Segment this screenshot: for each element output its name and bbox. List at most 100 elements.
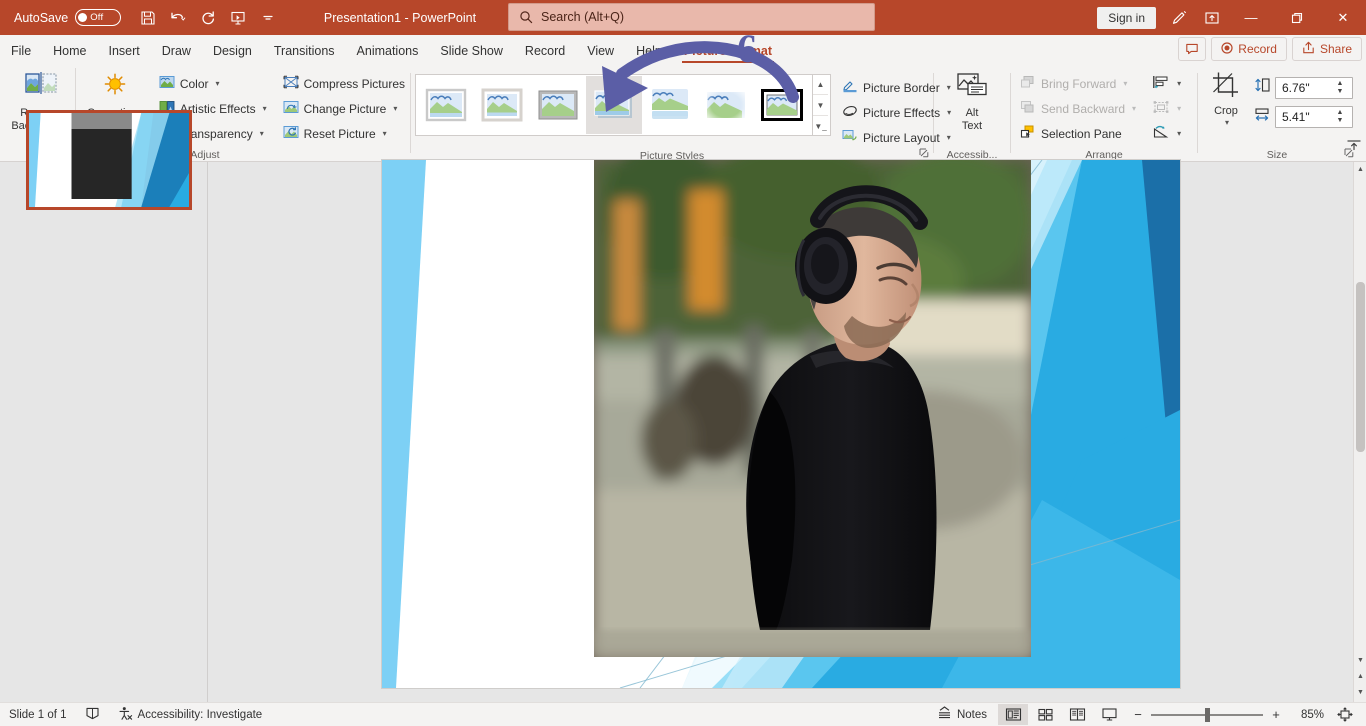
- chevron-down-icon[interactable]: ▾: [1123, 79, 1127, 88]
- tab-record[interactable]: Record: [514, 37, 576, 64]
- chevron-down-icon[interactable]: ▾: [263, 104, 267, 113]
- normal-view-button[interactable]: [998, 704, 1028, 725]
- reading-view-button[interactable]: [1062, 704, 1092, 725]
- notes-button[interactable]: Notes: [928, 704, 996, 726]
- shape-width-field[interactable]: ▲ ▼: [1254, 104, 1353, 129]
- tab-file[interactable]: File: [0, 37, 42, 64]
- picture-style-item-4[interactable]: [586, 76, 642, 134]
- chevron-down-icon[interactable]: ▾: [1132, 104, 1136, 113]
- close-button[interactable]: ✕: [1320, 0, 1366, 35]
- redo-icon[interactable]: [193, 4, 222, 31]
- slide-canvas[interactable]: [381, 160, 1180, 688]
- chevron-down-icon[interactable]: ▾: [393, 104, 397, 113]
- search-input[interactable]: [541, 10, 841, 24]
- record-button[interactable]: Record: [1211, 37, 1287, 61]
- gallery-scroll-up-button[interactable]: ▲: [813, 74, 828, 95]
- scroll-down-icon[interactable]: ▼: [1354, 653, 1366, 668]
- share-button[interactable]: Share: [1291, 37, 1362, 61]
- zoom-in-button[interactable]: +: [1270, 707, 1282, 722]
- pen-ink-icon[interactable]: [1162, 0, 1195, 35]
- bring-forward-button[interactable]: Bring Forward ▾: [1015, 72, 1141, 95]
- zoom-slider[interactable]: − +: [1132, 707, 1282, 722]
- chevron-down-icon[interactable]: ▾: [383, 129, 387, 138]
- picture-style-item-2[interactable]: [474, 76, 530, 134]
- color-button[interactable]: Color ▾: [154, 72, 272, 95]
- shape-width-spinner[interactable]: ▲ ▼: [1275, 105, 1353, 128]
- zoom-level-label[interactable]: 85%: [1290, 709, 1324, 721]
- tab-home[interactable]: Home: [42, 37, 97, 64]
- previous-slide-icon[interactable]: ▲: [1354, 669, 1366, 684]
- search-box[interactable]: [508, 3, 875, 31]
- save-icon[interactable]: [133, 4, 162, 31]
- minimize-button[interactable]: —: [1228, 0, 1274, 35]
- gallery-scroll-down-button[interactable]: ▼: [813, 95, 828, 116]
- chevron-down-icon[interactable]: ▾: [1225, 118, 1229, 127]
- slide-show-view-button[interactable]: [1094, 704, 1124, 725]
- picture-style-item-6[interactable]: [698, 76, 754, 134]
- canvas-vertical-scrollbar[interactable]: ▲ ▼ ▲ ▼: [1353, 162, 1366, 702]
- tab-design[interactable]: Design: [202, 37, 263, 64]
- fit-slide-to-window-button[interactable]: [1330, 704, 1360, 725]
- spin-down-icon[interactable]: ▼: [1337, 88, 1344, 96]
- shape-height-field[interactable]: ▲ ▼: [1254, 75, 1353, 100]
- spellcheck-button[interactable]: [76, 704, 109, 726]
- compress-pictures-button[interactable]: Compress Pictures: [278, 72, 410, 95]
- sign-in-button[interactable]: Sign in: [1097, 6, 1156, 29]
- restore-button[interactable]: [1274, 0, 1320, 35]
- accessibility-button[interactable]: Accessibility: Investigate: [109, 704, 272, 726]
- change-picture-button[interactable]: Change Picture ▾: [278, 97, 410, 120]
- tab-slide-show[interactable]: Slide Show: [429, 37, 514, 64]
- slide-thumbnail-pane[interactable]: [0, 110, 208, 702]
- chevron-down-icon[interactable]: ▾: [260, 129, 264, 138]
- shape-width-spin-arrows[interactable]: ▲ ▼: [1332, 107, 1348, 127]
- slide-sorter-view-button[interactable]: [1030, 704, 1060, 725]
- autosave-toggle[interactable]: Off: [75, 9, 122, 26]
- group-objects-button[interactable]: ▾: [1147, 97, 1186, 120]
- chevron-down-icon[interactable]: ▾: [1177, 79, 1181, 88]
- picture-style-item-1[interactable]: [418, 76, 474, 134]
- tab-animations[interactable]: Animations: [346, 37, 430, 64]
- chevron-down-icon[interactable]: ▾: [216, 79, 220, 88]
- tab-view[interactable]: View: [576, 37, 625, 64]
- picture-styles-gallery[interactable]: ▲ ▼ ▼_: [415, 74, 831, 136]
- tab-picture-format[interactable]: Picture Format: [673, 37, 783, 64]
- selection-pane-button[interactable]: Selection Pane: [1015, 122, 1141, 145]
- zoom-slider-track[interactable]: [1151, 707, 1263, 722]
- spin-down-icon[interactable]: ▼: [1337, 117, 1344, 125]
- rotate-objects-button[interactable]: ▾: [1147, 122, 1186, 145]
- customize-quick-access-toolbar-icon[interactable]: [253, 4, 282, 31]
- slide-counter[interactable]: Slide 1 of 1: [0, 704, 76, 726]
- shape-width-input[interactable]: [1276, 109, 1332, 124]
- scrollbar-thumb[interactable]: [1356, 282, 1365, 452]
- picture-style-item-5[interactable]: [642, 76, 698, 134]
- ribbon-display-options-icon[interactable]: [1195, 0, 1228, 35]
- next-slide-icon[interactable]: ▼: [1354, 685, 1366, 700]
- collapse-ribbon-icon[interactable]: [1346, 138, 1362, 157]
- man-with-headphones-photo[interactable]: [593, 160, 1031, 657]
- comments-icon[interactable]: [1178, 37, 1207, 61]
- tab-help[interactable]: Help: [625, 37, 673, 64]
- align-objects-button[interactable]: ▾: [1147, 72, 1186, 95]
- zoom-out-button[interactable]: −: [1132, 707, 1144, 722]
- tab-transitions[interactable]: Transitions: [263, 37, 346, 64]
- start-from-beginning-icon[interactable]: [223, 4, 252, 31]
- scroll-up-icon[interactable]: ▲: [1354, 162, 1366, 177]
- shape-height-spin-arrows[interactable]: ▲ ▼: [1332, 78, 1348, 98]
- gallery-more-button[interactable]: ▼_: [813, 116, 828, 136]
- send-backward-button[interactable]: Send Backward ▾: [1015, 97, 1141, 120]
- chevron-down-icon[interactable]: ▾: [1177, 129, 1181, 138]
- reset-picture-button[interactable]: Reset Picture ▾: [278, 122, 410, 145]
- undo-icon[interactable]: [163, 4, 192, 31]
- tab-insert[interactable]: Insert: [98, 37, 151, 64]
- picture-style-item-3[interactable]: [530, 76, 586, 134]
- spin-up-icon[interactable]: ▲: [1337, 80, 1344, 88]
- tab-draw[interactable]: Draw: [151, 37, 202, 64]
- picture-style-item-7[interactable]: [754, 76, 810, 134]
- slide-thumbnail-1[interactable]: [26, 110, 192, 210]
- alt-text-button[interactable]: Alt Text: [936, 68, 1008, 135]
- shape-height-spinner[interactable]: ▲ ▼: [1275, 76, 1353, 99]
- shape-height-input[interactable]: [1276, 80, 1332, 95]
- spin-up-icon[interactable]: ▲: [1337, 109, 1344, 117]
- chevron-down-icon[interactable]: ▾: [1177, 104, 1181, 113]
- zoom-slider-handle[interactable]: [1205, 707, 1210, 722]
